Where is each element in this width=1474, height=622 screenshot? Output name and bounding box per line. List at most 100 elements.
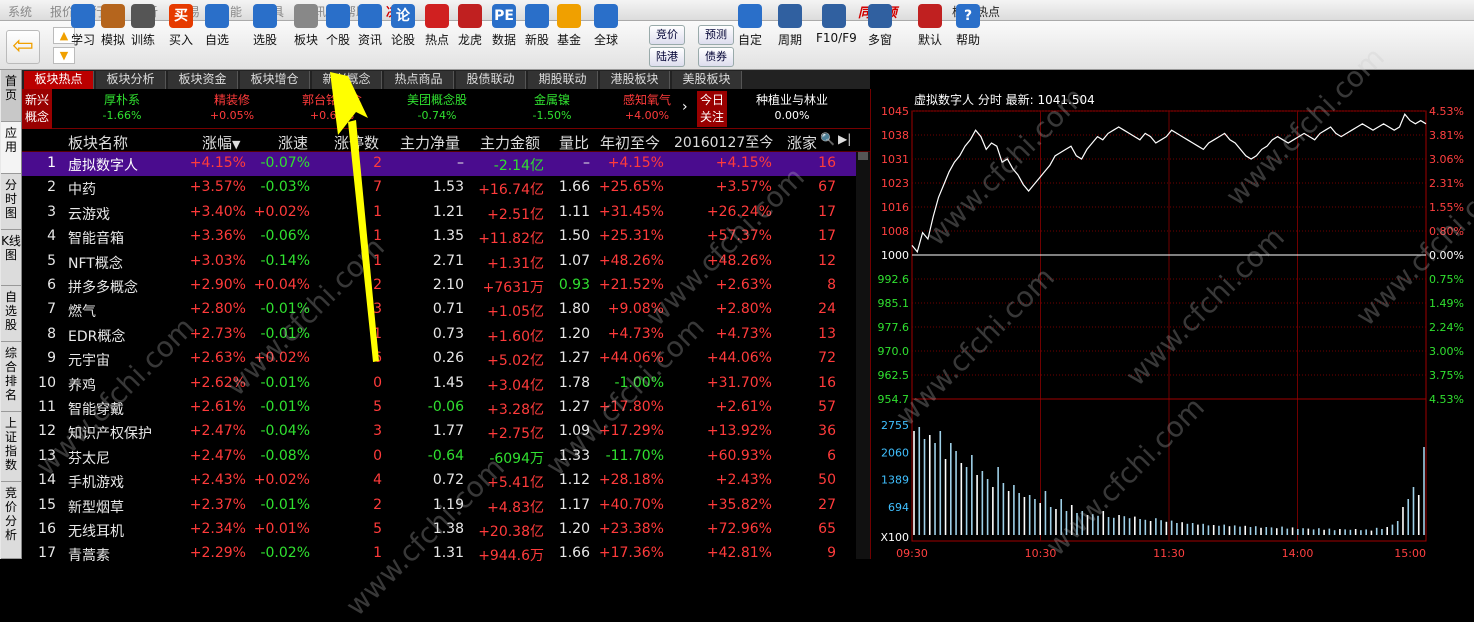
- cell-main-amount: +5.02亿: [487, 353, 544, 370]
- table-row[interactable]: 17 青蒿素 +2.29% -0.02% 1 1.31 +944.6万 1.66 +17.36%…: [22, 542, 856, 566]
- table-row[interactable]: 2 中药 +3.57% -0.03% 7 1.53 +16.74亿 1.66 +25.65% +3…: [22, 176, 856, 200]
- today-focus-label[interactable]: 今日关注: [697, 91, 727, 127]
- hk-connect-button[interactable]: 陆港: [649, 47, 685, 67]
- left-tab-ranking[interactable]: 综合排名: [1, 342, 21, 412]
- table-row[interactable]: 12 知识产权保护 +2.47% -0.04% 3 1.77 +2.75亿 1.09 +17.2…: [22, 420, 856, 444]
- header-since-date[interactable]: 20160127至今: [674, 132, 773, 152]
- cell-ytd: +40.70%: [598, 496, 664, 513]
- left-tab-shanghai-index[interactable]: 上证指数: [1, 412, 21, 482]
- table-row[interactable]: 1 虚拟数字人 +4.15% -0.07% 2 – -2.14亿 – +4.15% +4.15% 1…: [22, 152, 856, 177]
- left-tab-auction-analysis[interactable]: 竞价分析: [1, 482, 21, 559]
- table-row[interactable]: 14 手机游戏 +2.43% +0.02% 4 0.72 +5.41亿 1.12 +28.18%…: [22, 469, 856, 493]
- left-tab-apps[interactable]: 应用: [1, 122, 21, 174]
- toolbar-button-13[interactable]: PE 数据: [486, 0, 522, 49]
- tab-7[interactable]: 股债联动: [456, 71, 526, 89]
- sort-desc-icon: ▼: [232, 138, 241, 151]
- header-speed[interactable]: 涨速: [278, 132, 308, 153]
- toolbar-button-9[interactable]: 资讯: [352, 0, 388, 49]
- tab-2[interactable]: 板块分析: [96, 71, 166, 89]
- toolbar-button-3[interactable]: 训练: [125, 0, 161, 49]
- toolbar-button-12[interactable]: 龙虎: [452, 0, 488, 49]
- hot-concept-item[interactable]: 厚朴系 -1.66%: [72, 93, 172, 123]
- cell-sector-name: 拼多多概念: [68, 280, 138, 296]
- tab-3[interactable]: 板块资金: [168, 71, 238, 89]
- cell-limit-up: 1: [373, 325, 382, 342]
- hot-concept-item[interactable]: 美团概念股 -0.74%: [387, 93, 487, 123]
- toolbar-button-7[interactable]: 板块: [288, 0, 324, 49]
- left-tab-intraday[interactable]: 分时图: [1, 174, 21, 230]
- forecast-button[interactable]: 预测: [698, 25, 734, 45]
- back-arrow-icon[interactable]: ⇦: [6, 30, 40, 64]
- scroll-thumb[interactable]: [858, 152, 868, 160]
- header-change[interactable]: 涨幅▼: [202, 132, 240, 153]
- auction-button[interactable]: 竞价: [649, 25, 685, 45]
- toolbar-button-21[interactable]: 默认: [912, 0, 948, 49]
- cell-change: +4.15%: [189, 155, 246, 171]
- table-scrollbar[interactable]: [856, 152, 870, 559]
- price-tick-label: 977.6: [878, 321, 910, 334]
- cell-net-volume: 2.71: [432, 252, 464, 269]
- cell-sector-name: 中药: [68, 182, 96, 199]
- left-tab-bar: 首页 应用 分时图 K线图 自选股 综合排名 上证指数 竞价分析: [0, 70, 22, 559]
- time-tick-label: 11:30: [1153, 547, 1185, 559]
- table-row[interactable]: 13 芬太尼 +2.47% -0.08% 0 -0.64 -6094万 1.33 -11.70%…: [22, 445, 856, 469]
- cell-limit-up: 0: [373, 374, 382, 391]
- left-tab-watchlist[interactable]: 自选股: [1, 286, 21, 342]
- toolbar-button-16[interactable]: 全球: [588, 0, 624, 49]
- toolbar-button-10[interactable]: 论论股: [385, 0, 421, 49]
- toolbar-button-5[interactable]: 自选: [199, 0, 235, 49]
- tab-1[interactable]: 板块热点: [24, 71, 94, 89]
- toolbar-button-4[interactable]: 买买入: [163, 0, 199, 49]
- tab-8[interactable]: 期股联动: [528, 71, 598, 89]
- page-down-icon[interactable]: ▼: [53, 47, 75, 64]
- menu-system[interactable]: 系统: [8, 3, 32, 20]
- table-row[interactable]: 6 拼多多概念 +2.90% +0.04% 2 2.10 +7631万 0.93 +21.52%…: [22, 274, 856, 298]
- toolbar-button-15[interactable]: 基金: [551, 0, 587, 49]
- gavel-icon: [101, 4, 125, 28]
- toolbar-button-14[interactable]: 新股: [519, 0, 555, 49]
- table-row[interactable]: 11 智能穿戴 +2.61% -0.01% 5 -0.06 +3.28亿 1.27 +17.80…: [22, 396, 856, 420]
- cell-rising-count: 17: [818, 228, 836, 245]
- fund-icon: [557, 4, 581, 28]
- header-main-amount[interactable]: 主力金额: [480, 132, 540, 153]
- toolbar-button-17[interactable]: 自定: [732, 0, 768, 49]
- header-net-volume[interactable]: 主力净量: [400, 132, 460, 153]
- pct-tick-label: 0.75%: [1429, 273, 1464, 286]
- hot-concept-item[interactable]: 精装修 +0.05%: [182, 93, 282, 123]
- volume-tick-label: 694: [888, 501, 909, 514]
- toolbar-button-11[interactable]: 热点: [419, 0, 455, 49]
- chat-icon: 论: [391, 4, 415, 28]
- tab-4[interactable]: 板块增仓: [240, 71, 310, 89]
- tab-5[interactable]: 新兴概念: [312, 71, 382, 89]
- hot-concept-item[interactable]: 金属镍 -1.50%: [502, 93, 602, 123]
- toolbar-button-20[interactable]: 多窗: [862, 0, 898, 49]
- header-rising-count[interactable]: 涨家: [787, 132, 817, 153]
- left-tab-kline[interactable]: K线图: [1, 230, 21, 286]
- left-tab-home[interactable]: 首页: [1, 70, 21, 122]
- cell-main-amount: +20.38亿: [478, 524, 544, 540]
- toolbar-button-19[interactable]: F10/F9: [816, 0, 857, 49]
- cell-speed: +0.01%: [253, 521, 310, 537]
- table-next-column-icon[interactable]: ▶|: [838, 132, 851, 146]
- table-search-icon[interactable]: 🔍: [820, 132, 835, 146]
- table-row[interactable]: 7 燃气 +2.80% -0.01% 3 0.71 +1.05亿 1.80 +9.08% +2.8…: [22, 298, 856, 322]
- toolbar-button-6[interactable]: 选股: [247, 0, 283, 49]
- tab-9[interactable]: 港股板块: [600, 71, 670, 89]
- header-volume-ratio[interactable]: 量比: [559, 132, 589, 153]
- toolbar-button-label: 默认: [917, 33, 942, 47]
- header-sector-name[interactable]: 板块名称: [68, 132, 128, 153]
- hot-concept-item[interactable]: 郭台铭概念 +0.64%: [282, 93, 382, 123]
- toolbar-button-18[interactable]: 周期: [772, 0, 808, 49]
- cell-main-amount: -2.14亿: [493, 158, 544, 174]
- header-limit-up[interactable]: 涨停数: [334, 132, 379, 153]
- tab-10[interactable]: 美股板块: [672, 71, 742, 89]
- tab-6[interactable]: 热点商品: [384, 71, 454, 89]
- cell-main-amount: +2.51亿: [487, 206, 544, 223]
- focus-sector[interactable]: 种植业与林业 0.00%: [742, 93, 842, 123]
- cell-rising-count: 13: [818, 325, 836, 342]
- header-ytd[interactable]: 年初至今: [600, 132, 660, 153]
- hot-strip-next-icon[interactable]: ›: [682, 99, 688, 115]
- toolbar-button-8[interactable]: 个股: [320, 0, 356, 49]
- toolbar-button-22[interactable]: ? 帮助: [950, 0, 986, 49]
- bonds-button[interactable]: 债券: [698, 47, 734, 67]
